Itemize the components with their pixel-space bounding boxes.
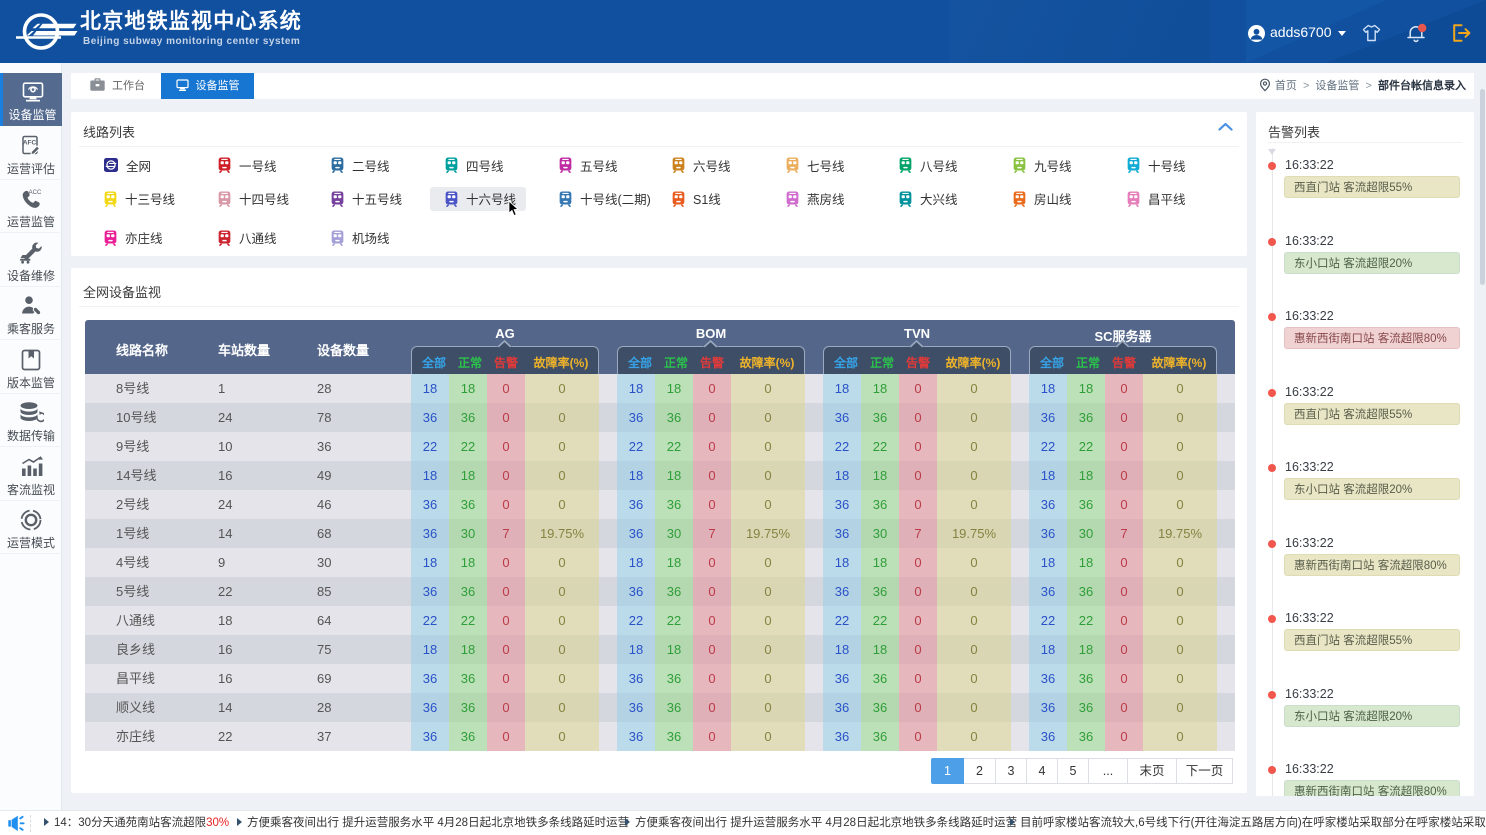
svg-text:AFC: AFC — [23, 140, 37, 147]
svg-text:ACC: ACC — [29, 190, 42, 196]
